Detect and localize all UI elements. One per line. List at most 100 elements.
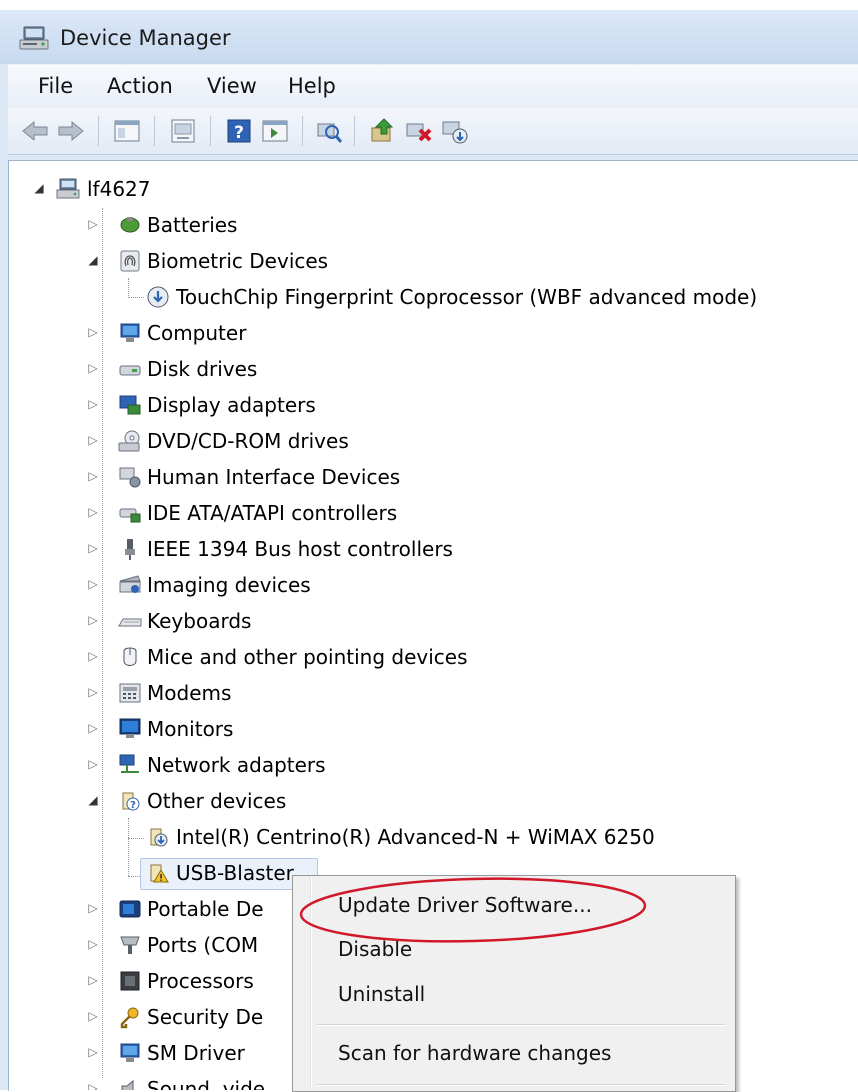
collapse-triangle-icon[interactable]: ◢ (32, 181, 46, 195)
properties-icon[interactable] (168, 116, 198, 146)
menu-item-update-driver-software[interactable]: Update Driver Software... (338, 893, 592, 917)
portable-device-icon (119, 900, 141, 918)
menu-help[interactable]: Help (288, 74, 336, 98)
menu-item-uninstall[interactable]: Uninstall (338, 982, 425, 1006)
tree-item-label: SM Driver (147, 1041, 245, 1065)
window-title: Device Manager (60, 26, 231, 50)
back-arrow-icon[interactable] (20, 116, 50, 146)
tree-item-touchchip[interactable]: TouchChip Fingerprint Coprocessor (WBF a… (0, 280, 820, 316)
tree-item-network-adapters[interactable]: ▷ Network adapters (0, 748, 500, 784)
tree-item-other-devices[interactable]: ◢ ? Other devices (0, 784, 500, 820)
tree-item-label: Other devices (147, 789, 287, 813)
tree-item-label: Batteries (147, 213, 238, 237)
menu-action[interactable]: Action (107, 74, 173, 98)
ide-controller-icon (119, 508, 141, 523)
tree-item-label: Network adapters (147, 753, 326, 777)
expand-triangle-icon[interactable]: ▷ (86, 901, 100, 915)
collapse-triangle-icon[interactable]: ◢ (86, 253, 100, 267)
svg-text:?: ? (234, 123, 244, 143)
expand-triangle-icon[interactable]: ▷ (86, 1009, 100, 1023)
tree-item-label: Security De (147, 1005, 264, 1029)
expand-triangle-icon[interactable]: ▷ (86, 613, 100, 627)
dvd-drive-icon (118, 430, 140, 452)
menu-item-scan-for-hardware-changes[interactable]: Scan for hardware changes (338, 1041, 611, 1065)
tree-item-display-adapters[interactable]: ▷ Display adapters (0, 388, 500, 424)
expand-triangle-icon[interactable]: ▷ (86, 757, 100, 771)
expand-triangle-icon[interactable]: ▷ (86, 361, 100, 375)
tree-item-label: Computer (147, 321, 247, 345)
tree-item-label: Modems (147, 681, 232, 705)
tree-item-label: Human Interface Devices (147, 465, 401, 489)
expand-triangle-icon[interactable]: ▷ (86, 433, 100, 447)
tree-item-security-devices[interactable]: ▷ Security De (0, 1000, 290, 1036)
expand-triangle-icon[interactable]: ▷ (86, 505, 100, 519)
root-label: lf4627 (87, 177, 151, 201)
context-menu-gutter (310, 877, 312, 1090)
tree-item-ports[interactable]: ▷ Ports (COM (0, 928, 290, 964)
expand-triangle-icon[interactable]: ▷ (86, 469, 100, 483)
tree-item-mice-and-other-pointing-devices[interactable]: ▷ Mice and other pointing devices (0, 640, 560, 676)
tree-item-label: Portable De (147, 897, 264, 921)
expand-triangle-icon[interactable]: ▷ (86, 685, 100, 699)
disable-device-icon[interactable] (440, 116, 470, 146)
tree-item-label: Keyboards (147, 609, 252, 633)
tree-item-label: Processors (147, 969, 254, 993)
expand-triangle-icon[interactable]: ▷ (86, 217, 100, 231)
tree-item-imaging-devices[interactable]: ▷ Imaging devices (0, 568, 500, 604)
scanner-icon (119, 575, 141, 593)
expand-triangle-icon[interactable]: ▷ (86, 541, 100, 555)
show-hide-console-tree-icon[interactable] (112, 116, 142, 146)
expand-triangle-icon[interactable]: ▷ (86, 937, 100, 951)
toolbar: ? (8, 108, 858, 155)
tree-item-dvd-cd-rom-drives[interactable]: ▷ DVD/CD-ROM drives (0, 424, 500, 460)
tree-item-modems[interactable]: ▷ Modems (0, 676, 500, 712)
toolbar-separator (354, 116, 356, 146)
tree-item-label: Display adapters (147, 393, 316, 417)
help-icon[interactable]: ? (224, 116, 254, 146)
expand-triangle-icon[interactable]: ▷ (86, 721, 100, 735)
tree-item-computer[interactable]: ▷ Computer (0, 316, 500, 352)
menu-item-disable[interactable]: Disable (338, 937, 412, 961)
tree-item-processors[interactable]: ▷ Processors (0, 964, 290, 1000)
firewire-connector-icon (125, 539, 135, 560)
forward-arrow-icon[interactable] (56, 116, 86, 146)
menu-file[interactable]: File (38, 74, 73, 98)
show-hide-action-pane-icon[interactable] (260, 116, 290, 146)
tree-item-portable-devices[interactable]: ▷ Portable De (0, 892, 290, 928)
scan-hardware-icon[interactable] (314, 116, 344, 146)
collapse-triangle-icon[interactable]: ◢ (86, 793, 100, 807)
tree-item-label: TouchChip Fingerprint Coprocessor (WBF a… (176, 285, 758, 309)
tree-item-intel-centrino[interactable]: Intel(R) Centrino(R) Advanced-N + WiMAX … (0, 820, 720, 856)
expand-triangle-icon[interactable]: ▷ (86, 649, 100, 663)
tree-item-label: IDE ATA/ATAPI controllers (147, 501, 398, 525)
menu-view[interactable]: View (207, 74, 257, 98)
device-manager-icon (19, 26, 49, 50)
expand-triangle-icon[interactable]: ▷ (86, 973, 100, 987)
tree-item-sound-video[interactable]: ▷ Sound, vide (0, 1072, 290, 1090)
expand-triangle-icon[interactable]: ▷ (86, 1081, 100, 1090)
tree-root-row[interactable]: ◢ lf4627 (0, 172, 400, 208)
update-driver-icon[interactable] (368, 116, 398, 146)
keyboard-icon (118, 618, 142, 627)
uninstall-device-icon[interactable] (404, 116, 434, 146)
tree-item-disk-drives[interactable]: ▷ Disk drives (0, 352, 500, 388)
svg-text:?: ? (130, 800, 136, 811)
tree-item-biometric-devices[interactable]: ◢ Biometric Devices (0, 244, 500, 280)
tree-item-label: Mice and other pointing devices (147, 645, 468, 669)
tree-item-usb-blaster[interactable]: USB-Blaster (0, 856, 330, 892)
menu-bar: File Action View Help (8, 64, 858, 110)
display-adapter-icon (119, 395, 141, 415)
tree-item-label: Monitors (147, 717, 234, 741)
expand-triangle-icon[interactable]: ▷ (86, 1045, 100, 1059)
expand-triangle-icon[interactable]: ▷ (86, 397, 100, 411)
tree-item-ide-ata-atapi-controllers[interactable]: ▷ IDE ATA/ATAPI controllers (0, 496, 500, 532)
tree-item-keyboards[interactable]: ▷ Keyboards (0, 604, 500, 640)
expand-triangle-icon[interactable]: ▷ (86, 325, 100, 339)
tree-item-batteries[interactable]: ▷ Batteries (0, 208, 500, 244)
tree-item-sm-driver[interactable]: ▷ SM Driver (0, 1036, 290, 1072)
tree-item-ieee-1394-bus-host-controllers[interactable]: ▷ IEEE 1394 Bus host controllers (0, 532, 500, 568)
tree-item-monitors[interactable]: ▷ Monitors (0, 712, 500, 748)
expand-triangle-icon[interactable]: ▷ (86, 577, 100, 591)
tree-item-human-interface-devices[interactable]: ▷ Human Interface Devices (0, 460, 500, 496)
toolbar-separator (154, 116, 156, 146)
